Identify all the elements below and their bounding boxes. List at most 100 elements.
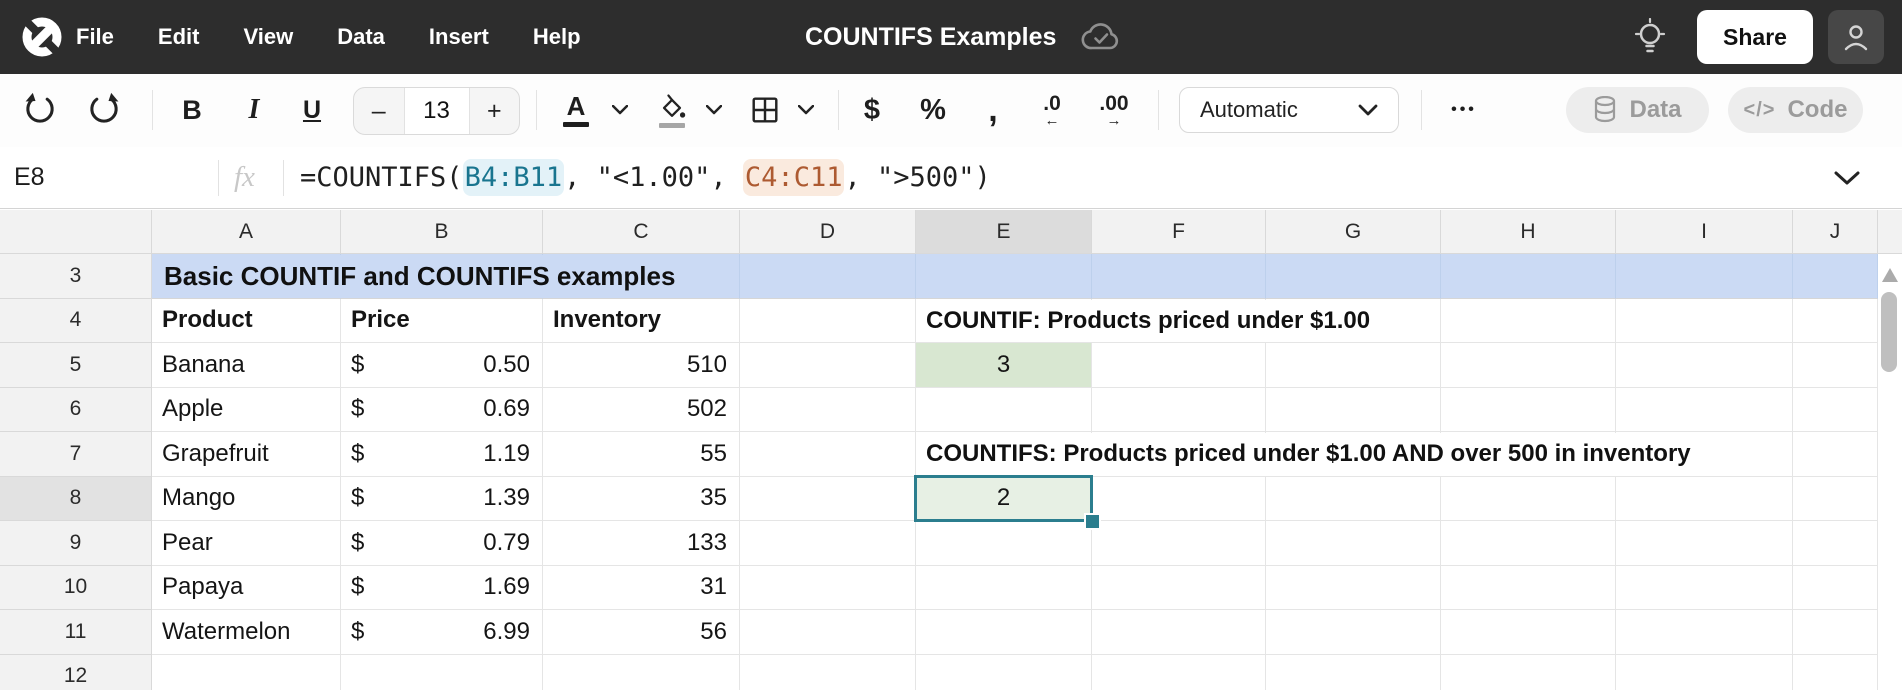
cell-G12[interactable] [1266, 655, 1441, 690]
cell-F12[interactable] [1092, 655, 1266, 690]
cell-F9[interactable] [1092, 521, 1266, 566]
cell-E5[interactable]: 3 [916, 343, 1092, 388]
col-header-C[interactable]: C [543, 210, 740, 254]
menu-file[interactable]: File [76, 24, 114, 50]
cell-J3[interactable] [1793, 254, 1878, 299]
cell-D12[interactable] [740, 655, 916, 690]
cell-H10[interactable] [1441, 566, 1616, 611]
cell-A4[interactable]: Product [152, 299, 341, 344]
redo-button[interactable] [86, 74, 122, 146]
cell-B7[interactable]: $1.19 [341, 432, 543, 477]
menu-data[interactable]: Data [337, 24, 385, 50]
font-size-decrease-button[interactable]: – [354, 88, 404, 134]
more-options-button[interactable]: ••• [1451, 74, 1477, 146]
underline-button[interactable]: U [303, 74, 321, 146]
cell-G5[interactable] [1266, 343, 1441, 388]
account-avatar[interactable] [1828, 10, 1884, 64]
scrollbar-thumb[interactable] [1881, 292, 1897, 372]
menu-edit[interactable]: Edit [158, 24, 200, 50]
font-size-increase-button[interactable]: + [470, 88, 520, 134]
cell-I11[interactable] [1616, 610, 1793, 655]
cell-B4[interactable]: Price [341, 299, 543, 344]
fill-color-button[interactable] [657, 74, 687, 146]
font-size-value[interactable]: 13 [404, 88, 470, 134]
cell-J5[interactable] [1793, 343, 1878, 388]
cell-D9[interactable] [740, 521, 916, 566]
share-button[interactable]: Share [1697, 10, 1813, 64]
cell-G9[interactable] [1266, 521, 1441, 566]
borders-button[interactable] [749, 74, 781, 146]
cell-I4[interactable] [1616, 299, 1793, 344]
bold-button[interactable]: B [182, 74, 202, 146]
cell-I12[interactable] [1616, 655, 1793, 690]
cell-F10[interactable] [1092, 566, 1266, 611]
cell-H11[interactable] [1441, 610, 1616, 655]
col-header-A[interactable]: A [152, 210, 341, 254]
cell-B11[interactable]: $6.99 [341, 610, 543, 655]
formula-bar-expand-chevron-icon[interactable] [1834, 171, 1860, 186]
cell-J11[interactable] [1793, 610, 1878, 655]
cell-H8[interactable] [1441, 477, 1616, 522]
row-header-4[interactable]: 4 [0, 299, 152, 344]
cell-F11[interactable] [1092, 610, 1266, 655]
cell-C12[interactable] [543, 655, 740, 690]
cell-J8[interactable] [1793, 477, 1878, 522]
cell-I6[interactable] [1616, 388, 1793, 433]
cell-D5[interactable] [740, 343, 916, 388]
percent-format-button[interactable]: % [920, 74, 946, 146]
code-panel-button[interactable]: </> Code [1728, 87, 1863, 133]
cell-B9[interactable]: $0.79 [341, 521, 543, 566]
cell-I8[interactable] [1616, 477, 1793, 522]
row-header-7[interactable]: 7 [0, 432, 152, 477]
cell-E11[interactable] [916, 610, 1092, 655]
name-box[interactable]: E8 [14, 147, 45, 208]
row-header-3[interactable]: 3 [0, 254, 152, 299]
cell-B12[interactable] [341, 655, 543, 690]
cell-B5[interactable]: $0.50 [341, 343, 543, 388]
cell-J10[interactable] [1793, 566, 1878, 611]
increase-decimals-button[interactable]: .00→ [1099, 74, 1128, 146]
cell-C6[interactable]: 502 [543, 388, 740, 433]
cell-C10[interactable]: 31 [543, 566, 740, 611]
col-header-B[interactable]: B [341, 210, 543, 254]
menu-view[interactable]: View [243, 24, 293, 50]
cell-G8[interactable] [1266, 477, 1441, 522]
cell-E12[interactable] [916, 655, 1092, 690]
cell-F3[interactable] [1092, 254, 1266, 299]
cell-D8[interactable] [740, 477, 916, 522]
decrease-decimals-button[interactable]: .0← [1043, 74, 1061, 146]
cell-D6[interactable] [740, 388, 916, 433]
cell-A5[interactable]: Banana [152, 343, 341, 388]
scrollbar-up-icon[interactable] [1882, 268, 1898, 282]
cell-J6[interactable] [1793, 388, 1878, 433]
cell-B10[interactable]: $1.69 [341, 566, 543, 611]
col-header-G[interactable]: G [1266, 210, 1441, 254]
cell-D10[interactable] [740, 566, 916, 611]
row-header-6[interactable]: 6 [0, 388, 152, 433]
selection-fill-handle[interactable] [1084, 513, 1101, 530]
formula-input[interactable]: =COUNTIFS(B4:B11, "<1.00", C4:C11, ">500… [300, 147, 991, 208]
data-panel-button[interactable]: Data [1566, 87, 1709, 133]
col-header-D[interactable]: D [740, 210, 916, 254]
cell-A6[interactable]: Apple [152, 388, 341, 433]
borders-chevron-icon[interactable] [798, 74, 814, 146]
row-header-11[interactable]: 11 [0, 610, 152, 655]
col-header-F[interactable]: F [1092, 210, 1266, 254]
cell-G6[interactable] [1266, 388, 1441, 433]
cell-A8[interactable]: Mango [152, 477, 341, 522]
cell-J4[interactable] [1793, 299, 1878, 344]
cell-E10[interactable] [916, 566, 1092, 611]
cell-H5[interactable] [1441, 343, 1616, 388]
cell-B8[interactable]: $1.39 [341, 477, 543, 522]
spreadsheet-grid[interactable]: ABCDEFGHIJ34ProductPriceInventory5Banana… [0, 210, 1902, 690]
cell-F8[interactable] [1092, 477, 1266, 522]
cell-A10[interactable]: Papaya [152, 566, 341, 611]
number-format-dropdown[interactable]: Automatic [1179, 87, 1399, 133]
currency-format-button[interactable]: $ [864, 74, 880, 146]
cell-I10[interactable] [1616, 566, 1793, 611]
cell-J12[interactable] [1793, 655, 1878, 690]
cell-I3[interactable] [1616, 254, 1793, 299]
cell-C9[interactable]: 133 [543, 521, 740, 566]
cell-I5[interactable] [1616, 343, 1793, 388]
cell-H9[interactable] [1441, 521, 1616, 566]
